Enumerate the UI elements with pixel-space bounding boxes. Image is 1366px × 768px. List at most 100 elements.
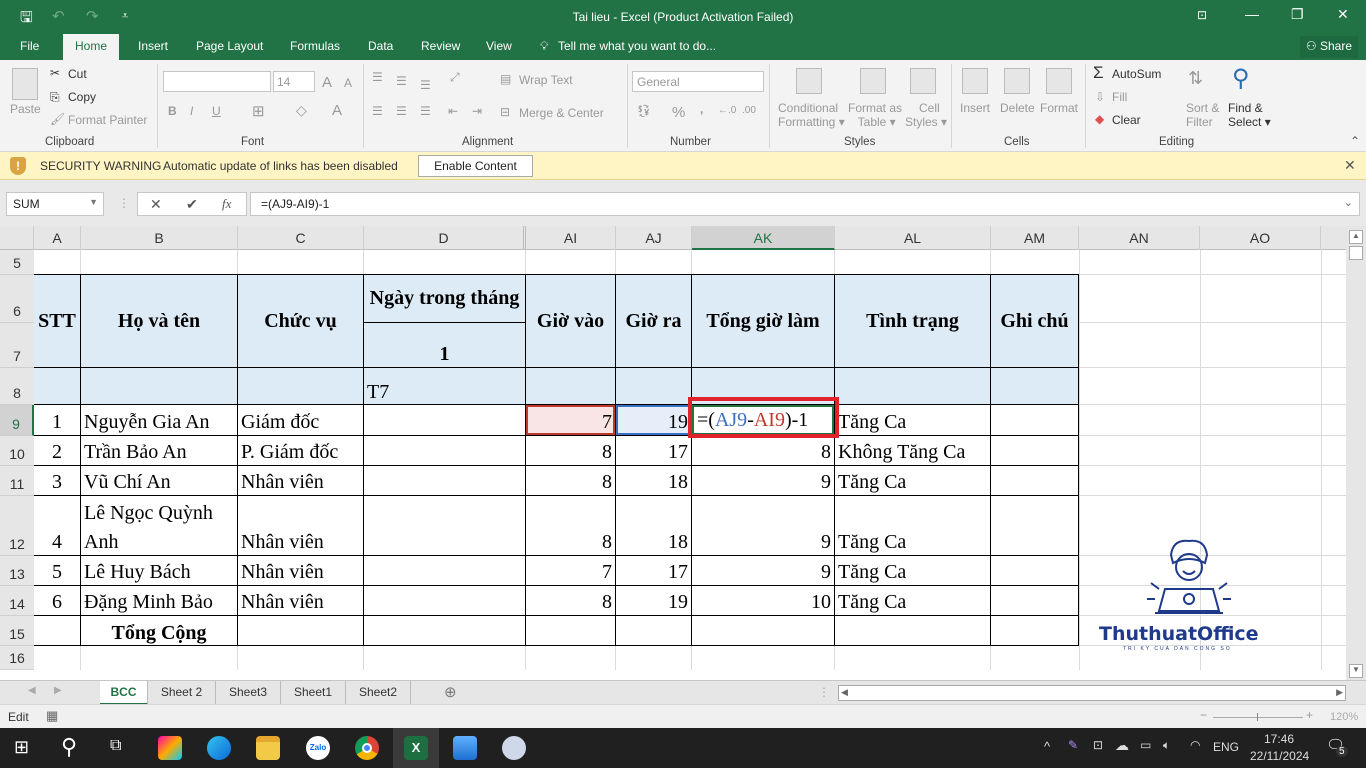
font-name-select[interactable] [163,71,271,92]
name-box[interactable]: SUM ▼ [6,192,104,216]
header-status[interactable]: Tình trạng [835,275,990,368]
format-as-table-button[interactable]: Format as Table ▾ [848,101,902,129]
header-day-number[interactable]: 1 [364,323,525,368]
cell-out[interactable]: 17 [616,556,691,585]
formula-input[interactable]: =(AJ9-AI9)-1 ⌄ [250,192,1360,216]
row-header-6[interactable]: 6 [0,275,34,323]
cell-stt[interactable]: 1 [34,405,80,435]
cell-out[interactable]: 19 [616,586,691,615]
zalo-icon[interactable]: Zalo [306,736,330,760]
tell-me-search[interactable]: Tell me what you want to do... [558,39,716,53]
cell-position[interactable]: Giám đốc [238,405,363,435]
cell-in[interactable]: 8 [526,436,615,465]
column-header-AJ[interactable]: AJ [616,226,692,250]
tab-review[interactable]: Review [421,39,460,53]
header-time-out[interactable]: Giờ ra [616,275,691,368]
vertical-scrollbar[interactable]: ▲ ▼ [1346,226,1366,680]
cell-out[interactable]: 17 [616,436,691,465]
tab-page-layout[interactable]: Page Layout [196,39,263,53]
close-warning-icon[interactable]: ✕ [1344,157,1356,174]
header-total-hours[interactable]: Tổng giờ làm [692,275,834,368]
cell-name[interactable]: Nguyễn Gia An [81,405,237,435]
scroll-left-icon[interactable]: ◀ [841,687,848,698]
currency-icon[interactable]: 💱︎ [636,104,651,118]
windows-start-icon[interactable]: ⊞ [14,737,29,758]
enable-content-button[interactable]: Enable Content [418,155,533,177]
horizontal-scrollbar[interactable]: ◀ ▶ [838,685,1346,701]
decrease-decimal-icon[interactable]: .00 [742,105,756,116]
tab-scroll-left-icon[interactable]: ◀ [28,685,36,696]
sheet-tab-sheet-2[interactable]: Sheet 2 [148,681,216,705]
cell-status[interactable]: Tăng Ca [835,586,990,615]
volume-icon[interactable]: 🔈︎ [1163,738,1170,753]
cell-status[interactable]: Tăng Ca [835,556,990,585]
column-header-AN[interactable]: AN [1079,226,1200,250]
excel-taskbar-button[interactable]: X [393,728,439,768]
tab-formulas[interactable]: Formulas [290,39,340,53]
vertical-scroll-thumb[interactable] [1349,246,1363,260]
tab-file[interactable]: File [20,39,39,53]
cell-position[interactable]: Nhân viên [238,556,363,585]
macro-record-icon[interactable]: ▦ [46,708,58,724]
header-note[interactable]: Ghi chú [991,275,1078,368]
cell-in[interactable]: 8 [526,586,615,615]
comma-button[interactable]: , [700,102,703,116]
column-header-AI[interactable]: AI [526,226,616,250]
conditional-formatting-button[interactable]: Conditional Formatting ▾ [778,101,845,129]
tab-scroll-right-icon[interactable]: ▶ [54,685,62,696]
fill-button[interactable]: Fill [1112,90,1127,104]
cell-total[interactable]: 9 [692,496,834,555]
row-header-11[interactable]: 11 [0,466,34,496]
format-cells-button[interactable]: Format [1040,101,1078,115]
align-left-icon[interactable]: ☰ [372,104,383,118]
increase-decimal-icon[interactable]: ←.0 [718,105,736,116]
select-all-corner[interactable] [0,226,34,250]
add-sheet-icon[interactable]: ⊕ [444,683,457,701]
bold-button[interactable]: B [168,104,177,118]
cell-name[interactable]: Vũ Chí An [81,466,237,495]
column-header-AO[interactable]: AO [1200,226,1321,250]
decrease-indent-icon[interactable]: ⇤ [448,104,458,118]
row-header-9[interactable]: 9 [0,405,34,436]
header-name[interactable]: Họ và tên [81,275,237,368]
row-header-5[interactable]: 5 [0,250,34,275]
row-header-7[interactable]: 7 [0,323,34,368]
cell-AI9[interactable]: 7 [526,405,615,435]
cancel-formula-button[interactable]: ✕ [150,196,162,213]
edge-icon[interactable] [207,736,231,760]
tab-view[interactable]: View [486,39,512,53]
cell-status[interactable]: Không Tăng Ca [835,436,990,465]
italic-button[interactable]: I [190,104,193,118]
cell-AJ9[interactable]: 19 [616,405,691,435]
cell-out[interactable]: 18 [616,466,691,495]
merge-center-button[interactable]: Merge & Center [519,106,604,120]
zoom-out-button[interactable]: − [1200,708,1207,722]
scroll-right-icon[interactable]: ▶ [1336,687,1343,698]
orientation-icon[interactable]: ⤢ [450,70,460,85]
insert-cells-button[interactable]: Insert [960,101,990,115]
font-size-select[interactable]: 14 [273,71,315,92]
cell-position[interactable]: P. Giám đốc [238,436,363,465]
percent-button[interactable]: % [672,104,685,121]
cell-status[interactable]: Tăng Ca [835,466,990,495]
clear-button[interactable]: Clear [1112,113,1141,127]
align-middle-icon[interactable]: ☰ [396,74,407,88]
search-icon[interactable]: ⚲ [61,734,77,760]
zoom-slider[interactable] [1213,717,1303,718]
clock-date[interactable]: 22/11/2024 [1250,749,1309,763]
row-header-16[interactable]: 16 [0,646,34,670]
row-header-15[interactable]: 15 [0,616,34,646]
cell-in[interactable]: 8 [526,496,615,555]
sheet-tab-bcc[interactable]: BCC [100,681,148,705]
cell-total[interactable]: 8 [692,436,834,465]
paint-icon[interactable] [502,736,526,760]
cell-position[interactable]: Nhân viên [238,496,363,555]
tab-insert[interactable]: Insert [138,39,168,53]
cell-stt[interactable]: 5 [34,556,80,585]
format-painter-button[interactable]: Format Painter [68,113,147,127]
cell-total[interactable]: 10 [692,586,834,615]
row-header-10[interactable]: 10 [0,436,34,466]
paste-button[interactable]: Paste [10,102,41,116]
cell-position[interactable]: Nhân viên [238,466,363,495]
cell-out[interactable]: 18 [616,496,691,555]
